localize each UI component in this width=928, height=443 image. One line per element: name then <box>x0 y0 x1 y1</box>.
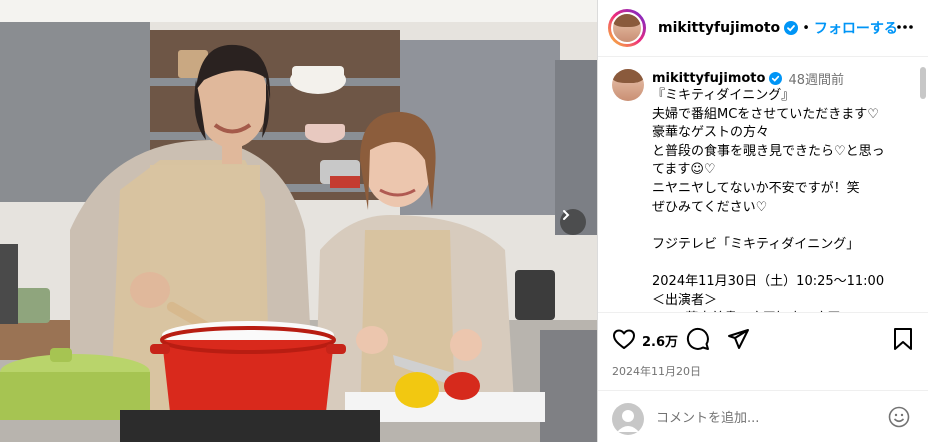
post-date[interactable]: 2024年11月20日 <box>612 363 701 379</box>
action-bar: 2.6万 <box>598 312 928 363</box>
caption-timestamp[interactable]: 48週間前 <box>788 69 844 88</box>
post-photo[interactable] <box>0 0 597 442</box>
comment-input[interactable] <box>654 405 878 431</box>
author-avatar[interactable] <box>608 9 646 47</box>
author-avatar-image <box>611 12 643 44</box>
more-options-icon[interactable] <box>896 18 914 40</box>
kitchen-photo-illustration <box>0 0 597 442</box>
post-sidebar: mikittyfujimoto • フォローする mikittyfujimoto <box>598 0 928 442</box>
caption-author-avatar[interactable] <box>612 69 644 101</box>
verified-badge-icon <box>784 21 799 35</box>
share-icon[interactable] <box>726 327 750 355</box>
comment-composer <box>598 390 928 443</box>
next-image-button[interactable] <box>560 209 586 235</box>
caption-text: 『ミキティダイニング』 夫婦で番組MCをさせていただきます♡ 豪華なゲストの方々… <box>652 88 885 312</box>
caption-section[interactable]: mikittyfujimoto 48週間前 『ミキティダイニング』 夫婦で番組M… <box>598 57 928 312</box>
emoji-icon[interactable] <box>888 406 910 432</box>
follow-button[interactable]: フォローする <box>814 18 898 38</box>
caption-username[interactable]: mikittyfujimoto <box>652 71 765 86</box>
post-header: mikittyfujimoto • フォローする <box>598 0 928 57</box>
current-user-avatar <box>612 403 644 435</box>
like-count[interactable]: 2.6万 <box>642 331 678 350</box>
author-username[interactable]: mikittyfujimoto <box>658 20 780 36</box>
verified-badge-icon <box>769 72 783 85</box>
next-image-icon <box>563 210 570 220</box>
caption-header: mikittyfujimoto 48週間前 <box>652 69 844 88</box>
header-separator: • <box>802 20 810 36</box>
caption-scrollbar[interactable] <box>920 67 926 99</box>
heart-icon[interactable] <box>612 327 636 355</box>
comment-icon[interactable] <box>686 327 710 355</box>
save-bookmark-icon[interactable] <box>892 327 914 355</box>
